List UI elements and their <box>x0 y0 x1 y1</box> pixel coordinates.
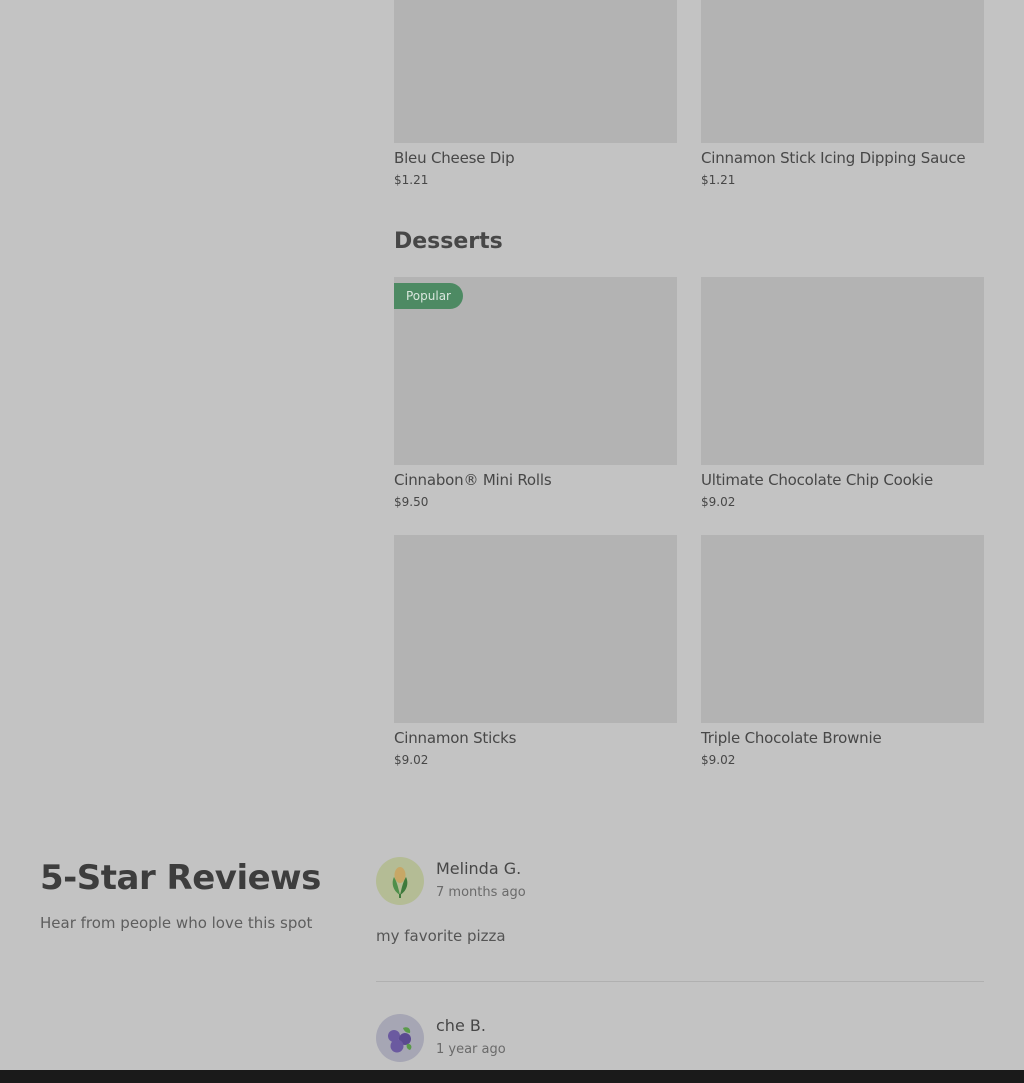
avatar <box>376 857 424 905</box>
review-time: 7 months ago <box>436 885 526 900</box>
berries-icon <box>388 1027 412 1053</box>
menu-item-name: Bleu Cheese Dip <box>394 149 515 167</box>
menu-item-name: Cinnamon Stick Icing Dipping Sauce <box>701 149 966 167</box>
menu-item-image[interactable] <box>394 535 677 723</box>
menu-item-price: $9.02 <box>394 753 429 767</box>
review-text: my favorite pizza <box>376 927 506 945</box>
menu-item-price: $1.21 <box>394 173 429 187</box>
menu-item-card[interactable]: Popular Cinnabon® Mini Rolls $9.50 <box>394 277 677 509</box>
reviews-subtitle: Hear from people who love this spot <box>40 914 313 932</box>
avatar <box>376 1014 424 1062</box>
reviews-title: 5-Star Reviews <box>40 858 321 898</box>
reviewer-name: che B. <box>436 1016 486 1035</box>
menu-item-image[interactable] <box>701 0 984 143</box>
popular-badge: Popular <box>394 283 463 309</box>
menu-item-name: Ultimate Chocolate Chip Cookie <box>701 471 934 489</box>
menu-item-name: Cinnamon Sticks <box>394 729 517 747</box>
menu-item-name: Cinnabon® Mini Rolls <box>394 471 552 489</box>
menu-item-card[interactable]: Bleu Cheese Dip $1.21 <box>394 0 677 187</box>
menu-item-price: $1.21 <box>701 173 736 187</box>
menu-item-card[interactable]: Cinnamon Sticks $9.02 <box>394 535 677 767</box>
bottom-bar <box>0 1070 1024 1083</box>
menu-item-price: $9.02 <box>701 753 736 767</box>
review-divider <box>376 981 984 982</box>
review-time: 1 year ago <box>436 1042 506 1057</box>
menu-item-card[interactable]: Cinnamon Stick Icing Dipping Sauce $1.21 <box>701 0 984 187</box>
menu-item-card[interactable]: Ultimate Chocolate Chip Cookie $9.02 <box>701 277 984 509</box>
section-title-desserts: Desserts <box>394 229 503 254</box>
menu-item-image[interactable]: Popular <box>394 277 677 465</box>
menu-item-image[interactable] <box>701 535 984 723</box>
menu-item-card[interactable]: Triple Chocolate Brownie $9.02 <box>701 535 984 767</box>
menu-item-image[interactable] <box>394 0 677 143</box>
corn-icon <box>392 867 408 898</box>
menu-item-price: $9.02 <box>701 495 736 509</box>
menu-item-name: Triple Chocolate Brownie <box>701 729 882 747</box>
reviewer-name: Melinda G. <box>436 859 522 878</box>
menu-item-price: $9.50 <box>394 495 429 509</box>
menu-item-image[interactable] <box>701 277 984 465</box>
